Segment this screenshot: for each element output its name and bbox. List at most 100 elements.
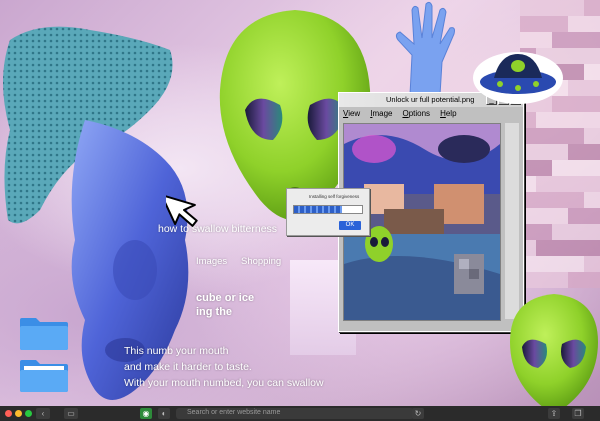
mosaic-tile [568,192,584,208]
install-dialog: Installing self forgiveness OK [286,188,370,236]
mosaic-tile [568,48,584,64]
mosaic-tile [568,64,584,80]
article-headline-2: ing the [196,306,233,318]
mosaic-tile [536,160,552,176]
close-window-dot[interactable] [5,410,12,417]
window-title: Unlock ur full potential.png [386,95,475,104]
mosaic-tile [584,272,600,288]
dialog-ok-button[interactable]: OK [339,221,361,230]
blue-glove [395,1,455,95]
mosaic-tile [568,224,584,240]
mosaic-tile [552,128,568,144]
mosaic-tile [568,144,584,160]
browser-toolbar: ‹ ▭ ◉ ◐ Search or enter website name ↻ ⇪… [0,406,600,421]
sidebar-toggle-icon[interactable]: ▭ [64,408,78,419]
mosaic-tile [552,192,568,208]
mosaic-tile [552,144,568,160]
mosaic-tile [536,224,552,240]
mosaic-tile [584,224,600,240]
mosaic-tile [584,144,600,160]
shield-icon[interactable]: ◉ [140,408,152,419]
mosaic-tile [552,256,568,272]
mosaic-tile [520,16,536,32]
address-bar[interactable]: Search or enter website name [176,408,414,419]
progress-bar [293,205,363,214]
mosaic-tile [568,96,584,112]
mosaic-tile [584,80,600,96]
mosaic-tile [536,192,552,208]
mosaic-tile [552,16,568,32]
nav-shopping[interactable]: Shopping [241,256,281,267]
dialog-label: Installing self forgiveness [309,194,360,199]
mosaic-tile [536,256,552,272]
mosaic-tile [568,80,584,96]
mosaic-tile [536,128,552,144]
mosaic-tile [584,16,600,32]
mosaic-tile [584,256,600,272]
share-icon[interactable]: ⇪ [548,408,560,419]
mosaic-tile [584,208,600,224]
mosaic-tile [536,0,552,16]
ufo-sticker-icon [473,52,563,104]
window-scrollbar[interactable] [505,123,519,319]
mosaic-tile [568,176,584,192]
reader-mode-icon[interactable]: ◐ [158,408,170,419]
article-line-1: This numb your mouth [124,345,229,357]
mosaic-tile [536,16,552,32]
mosaic-tile [568,16,584,32]
address-bar-placeholder: Search or enter website name [187,409,281,416]
folder-icon[interactable] [18,316,70,350]
mosaic-tile [584,240,600,256]
progress-fill [294,206,342,213]
mosaic-tile [568,0,584,16]
mosaic-tile [552,0,568,16]
mosaic-tile [536,112,552,128]
article-headline-1: cube or ice [196,292,255,304]
refresh-icon[interactable]: ↻ [412,408,424,419]
mosaic-tile [552,272,568,288]
menu-options[interactable]: Options [402,109,430,118]
mosaic-tile [568,208,584,224]
back-button[interactable]: ‹ [36,408,50,419]
mosaic-tile [552,208,568,224]
zoom-window-dot[interactable] [25,410,32,417]
menu-help[interactable]: Help [440,109,456,118]
mosaic-tile [536,272,552,288]
mosaic-tile [536,208,552,224]
mosaic-tile [584,32,600,48]
mosaic-tile [552,112,568,128]
mosaic-tile [568,256,584,272]
tabs-icon[interactable]: ❐ [572,408,584,419]
mosaic-tile [584,128,600,144]
mosaic-tile [568,272,584,288]
window-menubar: View Image Options Help [339,107,523,120]
nav-images[interactable]: Images [196,256,227,267]
article-line-3: With your mouth numbed, you can swallow [124,377,324,389]
mosaic-tile [552,160,568,176]
mosaic-tile [536,176,552,192]
mosaic-tile [536,240,552,256]
mosaic-tile [584,192,600,208]
menu-view[interactable]: View [343,109,360,118]
alien-head-small [510,294,598,411]
mosaic-tile [568,128,584,144]
mosaic-tile [584,48,600,64]
minimize-window-dot[interactable] [15,410,22,417]
mosaic-tile [584,96,600,112]
menu-image[interactable]: Image [370,109,392,118]
mosaic-tile [584,160,600,176]
mosaic-tile [584,0,600,16]
mosaic-tile [552,224,568,240]
mosaic-tile [584,176,600,192]
hand-pointer-icon [166,194,198,227]
mosaic-tile [568,32,584,48]
mosaic-tile [552,176,568,192]
folder-icon[interactable] [18,358,70,392]
mosaic-tile [568,160,584,176]
mosaic-tile [520,0,536,16]
mosaic-tile [568,240,584,256]
mosaic-tile [536,144,552,160]
collage-canvas: how to swallow bitterness Images Shoppin… [0,0,600,421]
article-line-2: and make it harder to taste. [124,361,252,373]
mosaic-tile [584,64,600,80]
